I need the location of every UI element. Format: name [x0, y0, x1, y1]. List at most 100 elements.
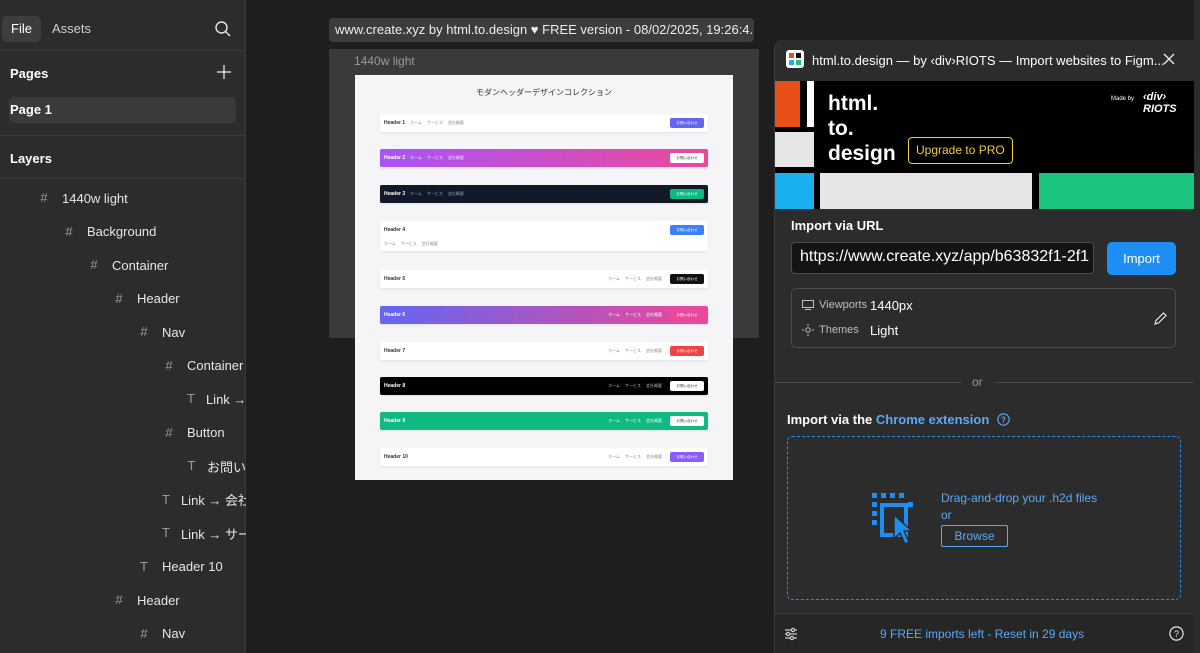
header-preview-nav-link: サービス — [426, 191, 443, 196]
file-dropzone[interactable]: Drag-and-drop your .h2d files or Browse — [787, 436, 1181, 600]
frame-layer-icon: # — [165, 424, 173, 440]
header-preview-nav-link: 会社概要 — [646, 276, 662, 281]
layer-label: Nav — [162, 626, 186, 641]
header-preview-nav-link: ホーム — [608, 454, 620, 459]
header-preview-nav-link: サービス — [400, 241, 417, 246]
layer-label: Header — [137, 592, 180, 608]
header-preview-contact-button: お問い合わせ — [670, 452, 704, 462]
header-preview-nav-link: 会社概要 — [646, 348, 662, 353]
divider-left — [775, 382, 962, 383]
text-layer-icon: T — [162, 491, 170, 507]
header-preview: Header 10 ホーム サービス 会社概要 お問い合わせ — [380, 448, 708, 466]
header-preview-contact-button: お問い合わせ — [670, 118, 704, 128]
viewports-label: Viewports — [819, 299, 868, 311]
header-preview-name: Header 8 — [384, 383, 406, 389]
plugin-title: html.to.design — by ‹div›RIOTS — Import … — [812, 53, 1165, 68]
layer-item[interactable]: # Nav — [137, 624, 246, 644]
header-preview-nav-link: ホーム — [608, 418, 620, 423]
header-preview-name: Header 3 — [384, 191, 406, 197]
frame-layer-icon: # — [40, 190, 48, 205]
import-options[interactable]: Viewports 1440px Themes Light — [791, 288, 1176, 348]
header-preview: Header 8 ホーム サービス 会社概要 お問い合わせ — [380, 377, 708, 395]
banner-blue-block — [775, 173, 814, 209]
svg-text:?: ? — [1174, 629, 1179, 639]
header-preview-nav-link: サービス — [625, 312, 641, 317]
header-preview: Header 2 ホーム サービス 会社概要 お問い合わせ — [380, 149, 708, 167]
header-preview-nav-link: サービス — [426, 155, 443, 160]
themes-row: Themes — [802, 324, 859, 336]
header-preview-contact-button: お問い合わせ — [670, 346, 704, 356]
header-preview-contact-button: お問い合わせ — [670, 225, 704, 235]
plugin-header: html.to.design — by ‹div›RIOTS — Import … — [775, 40, 1195, 81]
browse-button[interactable]: Browse — [941, 525, 1008, 547]
header-preview-nav-link: サービス — [625, 383, 641, 388]
plugin-footer: 9 FREE imports left - Reset in 29 days ? — [775, 613, 1195, 653]
banner-line-3: design — [828, 142, 896, 165]
free-imports-status[interactable]: 9 FREE imports left - Reset in 29 days — [880, 627, 1084, 641]
tab-file[interactable]: File — [2, 16, 41, 42]
frame-tab-title[interactable]: www.create.xyz by html.to.design ♥ FREE … — [329, 18, 754, 42]
header-preview-nav: ホーム サービス 会社概要 — [410, 155, 464, 161]
layer-item[interactable]: # Button — [162, 423, 246, 443]
url-input[interactable]: https://www.create.xyz/app/b63832f1-2f1 — [791, 242, 1094, 274]
header-preview-contact-button: お問い合わせ — [670, 310, 704, 320]
layer-item[interactable]: # Container — [162, 356, 246, 376]
header-preview-name: Header 10 — [384, 454, 408, 460]
header-preview-name: Header 1 — [384, 120, 406, 126]
header-preview-nav-link: ホーム — [608, 348, 620, 353]
viewports-value: 1440px — [870, 298, 913, 313]
text-layer-icon: T — [140, 558, 148, 574]
layer-item[interactable]: #1440w light — [37, 188, 246, 208]
header-preview-nav-link: サービス — [625, 454, 641, 459]
layer-item[interactable]: # Header — [112, 289, 246, 309]
pages-section-header: Pages — [0, 51, 245, 93]
header-preview-contact-button: お問い合わせ — [670, 189, 704, 199]
help-circle-icon[interactable]: ? — [1169, 626, 1184, 641]
banner-grey-bar — [820, 173, 1032, 209]
header-preview-name: Header 7 — [384, 348, 406, 354]
header-preview: Header 4 ホーム サービス 会社概要 お問い合わせ — [380, 221, 708, 251]
svg-text:?: ? — [1001, 416, 1006, 425]
layer-item[interactable]: # Background — [62, 222, 246, 242]
layer-item[interactable]: T お問い — [187, 456, 246, 476]
layer-label: お問い — [206, 459, 246, 475]
divider-right — [995, 382, 1195, 383]
layers-section-header: Layers — [0, 136, 245, 178]
frame-label[interactable]: 1440w light — [354, 54, 415, 68]
layer-label: Container — [187, 358, 244, 373]
import-button[interactable]: Import — [1107, 242, 1176, 275]
edit-pencil-icon[interactable] — [1153, 311, 1168, 326]
close-icon[interactable] — [1161, 51, 1177, 67]
chrome-extension-heading: Import via the Chrome extension ? — [787, 412, 1010, 427]
pages-heading: Pages — [10, 66, 49, 81]
header-preview-name: Header 9 — [384, 418, 406, 424]
help-icon[interactable]: ? — [997, 413, 1010, 426]
search-icon[interactable] — [213, 19, 233, 39]
drag-drop-text: Drag-and-drop your .h2d files — [941, 491, 1098, 505]
sidebar-tabs: File Assets — [0, 0, 245, 51]
monitor-icon — [802, 300, 814, 310]
banner-orange-block — [775, 81, 800, 127]
header-preview: Header 1 ホーム サービス 会社概要 お問い合わせ — [380, 114, 708, 132]
upgrade-button[interactable]: Upgrade to PRO — [908, 137, 1013, 164]
layer-item[interactable]: T Link → — [187, 389, 246, 409]
add-page-icon[interactable] — [217, 65, 231, 79]
layer-item[interactable]: T Link → 会社 — [162, 490, 246, 510]
frame-layer-icon: # — [165, 357, 173, 373]
layer-item[interactable]: T Link → サー — [162, 523, 246, 543]
layer-item[interactable]: # Header — [112, 590, 246, 610]
layer-item[interactable]: # Container — [87, 255, 246, 275]
import-url-heading: Import via URL — [791, 218, 884, 233]
page-item-page-1[interactable]: Page 1 — [9, 97, 236, 123]
header-preview-nav-link: サービス — [625, 348, 641, 353]
layer-item[interactable]: # Nav — [137, 322, 246, 342]
tab-assets[interactable]: Assets — [43, 16, 100, 42]
imported-frame[interactable]: モダンヘッダーデザインコレクション Header 1 ホーム サービス 会社概要 お問い… — [355, 75, 733, 480]
layer-label: 1440w light — [62, 190, 128, 206]
settings-sliders-icon[interactable] — [784, 627, 798, 641]
header-preview-nav: ホーム サービス 会社概要 — [608, 348, 662, 354]
frame-layer-icon: # — [90, 257, 98, 272]
chrome-extension-link[interactable]: Chrome extension — [876, 412, 989, 427]
layer-item[interactable]: T Header 10 — [137, 557, 246, 577]
text-layer-icon: T — [187, 391, 195, 406]
